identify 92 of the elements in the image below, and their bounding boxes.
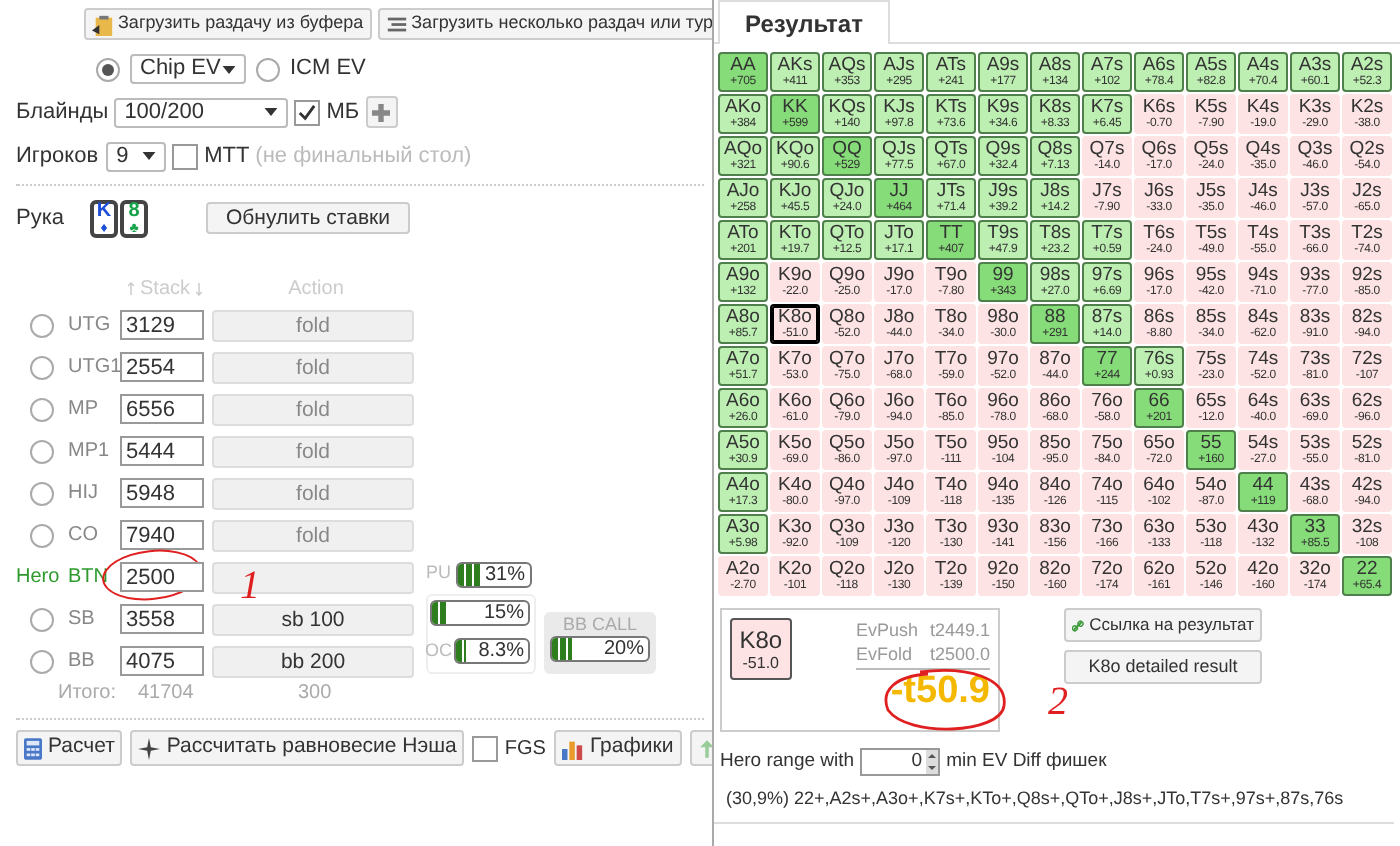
check-icon: [298, 103, 317, 121]
hand-name: K8o: [739, 627, 783, 651]
position-label: MP1: [68, 438, 112, 466]
checkbox-label: МБ: [326, 97, 360, 128]
position-label: UTG: [68, 312, 113, 340]
radio-button[interactable]: [256, 57, 280, 81]
clipboard-icon: [92, 13, 114, 35]
checkbox[interactable]: [472, 735, 499, 761]
spinner-icon: [926, 750, 939, 775]
ev-value: t2449.1: [929, 618, 990, 642]
position-label: MP: [68, 396, 100, 424]
blinds-label: Блайнды: [16, 97, 109, 128]
hand-ev: -51.0: [742, 655, 779, 671]
stack-field[interactable]: 4075: [120, 646, 204, 676]
radio-button[interactable]: [30, 607, 54, 631]
radio-button[interactable]: [30, 397, 54, 421]
checkbox-label: MTT: [204, 141, 250, 172]
calculator-icon: [24, 737, 42, 759]
players-label: Игроков: [16, 141, 99, 172]
link-button[interactable]: Ссылка на результат: [1064, 608, 1262, 642]
radio-button[interactable]: [30, 523, 54, 547]
radio-button[interactable]: [30, 313, 54, 337]
calculate-button[interactable]: Расчет: [16, 730, 123, 766]
dropdown[interactable]: 9: [106, 141, 167, 171]
totals-pot: 300: [298, 679, 332, 707]
caret-icon: [264, 108, 279, 116]
caret-icon: [142, 152, 157, 160]
stack-field[interactable]: 5444: [120, 436, 204, 466]
stack-field[interactable]: 6556: [120, 394, 204, 424]
radio-button[interactable]: [30, 355, 54, 379]
panel-title: BB CALL: [562, 614, 638, 636]
sort-icon: [196, 281, 203, 295]
result-tab[interactable]: Результат: [718, 0, 890, 44]
list-icon: [385, 13, 408, 35]
filter-label: Hero range with: [720, 748, 855, 776]
ev-label: EvPush: [855, 618, 918, 642]
checkbox-label: FGS: [504, 735, 546, 763]
radio-button[interactable]: [30, 481, 54, 505]
action-button[interactable]: bb 200: [212, 645, 414, 677]
stack-field[interactable]: 3558: [120, 604, 204, 634]
position-label: CO: [68, 522, 100, 550]
radio-button[interactable]: [96, 57, 120, 81]
hero-label: Hero: [16, 564, 62, 592]
meter-label: OC: [425, 638, 452, 664]
stack-field[interactable]: 3129: [120, 310, 204, 340]
dropdown[interactable]: Chip EV: [130, 54, 246, 84]
position-label: BB: [68, 648, 97, 676]
detail-button[interactable]: K8o detailed result: [1064, 650, 1262, 684]
reset-button[interactable]: Обнулить ставки: [206, 202, 410, 234]
position-label: UTG1: [68, 354, 120, 382]
charts-button[interactable]: Графики: [553, 730, 682, 766]
checkbox[interactable]: [172, 143, 199, 169]
stack-field[interactable]: 2554: [120, 352, 204, 382]
hand-label: Рука: [16, 203, 67, 234]
position-label: SB: [68, 606, 97, 634]
dropdown[interactable]: 100/200: [114, 97, 289, 127]
bar-chart-icon: [561, 737, 584, 759]
ev-difference: -t50.9: [890, 670, 990, 714]
meter-reading: 8.3%: [478, 640, 526, 663]
totals-stack: 41704: [138, 679, 196, 707]
action-button[interactable]: sb 100: [212, 603, 414, 635]
stack-field[interactable]: 2500: [120, 562, 204, 592]
number-field[interactable]: 0: [860, 748, 941, 777]
ev-value: t2500.0: [929, 642, 990, 666]
handwritten-mark: 2: [1048, 682, 1068, 722]
star-icon: [138, 737, 161, 759]
load-button[interactable]: Загрузить несколько раздач или тур: [377, 8, 712, 40]
radio-button[interactable]: [30, 439, 54, 463]
arrow-up-icon: [699, 739, 712, 757]
checkbox[interactable]: [294, 99, 321, 125]
radio-button[interactable]: [30, 649, 54, 673]
filter-label: min EV Diff фишек: [946, 748, 1107, 776]
ev-label: EvFold: [855, 642, 914, 666]
handwritten-mark: 1: [240, 566, 260, 606]
meter-reading: 31%: [485, 563, 528, 585]
caret-icon: [222, 65, 236, 73]
nash-button[interactable]: Рассчитать равновесие Нэша: [130, 730, 465, 766]
meter-reading: 20%: [603, 638, 646, 660]
mode-label: ICM EV: [290, 54, 366, 85]
position-label: HIJ: [68, 480, 100, 508]
sort-icon: [128, 281, 134, 295]
link-icon: [1072, 615, 1084, 635]
checkbox-note: (не финальный стол): [255, 141, 472, 172]
load-button[interactable]: Загрузить раздачу из буфера: [84, 8, 372, 40]
range-text: (30,9%) 22+,A2s+,A3o+,K7s+,KTo+,Q8s+,QTo+,J8s+,JTo,T7s+,97s+,87s,76s: [726, 786, 1346, 813]
totals-label: Итого:: [58, 679, 118, 707]
meter-reading: 15%: [483, 602, 526, 624]
plus-icon: [372, 103, 391, 121]
add-button[interactable]: [365, 96, 398, 128]
stack-field[interactable]: 5948: [120, 478, 204, 508]
stack-field[interactable]: 7940: [120, 520, 204, 550]
meter-label: PU: [426, 560, 452, 587]
